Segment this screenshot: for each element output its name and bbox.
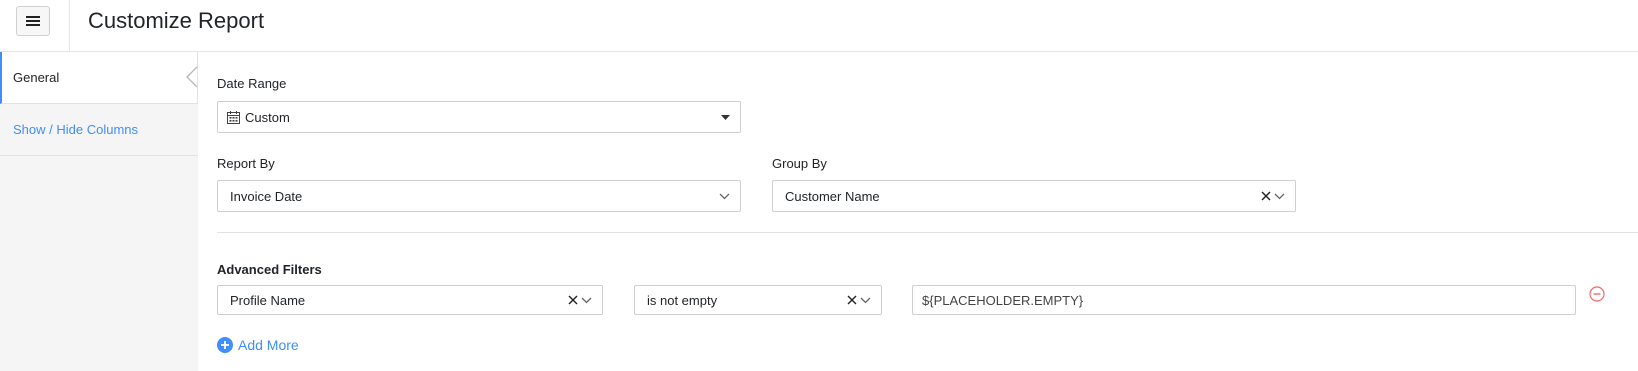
minus-circle-icon <box>1589 286 1605 302</box>
date-range-value: Custom <box>245 109 290 125</box>
page-title: Customize Report <box>88 8 265 33</box>
chevron-down-icon <box>581 286 592 314</box>
close-icon[interactable] <box>1261 181 1271 211</box>
page-header: Customize Report <box>0 0 1638 52</box>
report-by-value: Invoice Date <box>230 188 303 204</box>
group-by-value: Customer Name <box>785 188 880 204</box>
sidebar-item-show-hide-columns[interactable]: Show / Hide Columns <box>0 104 198 156</box>
add-more-label: Add More <box>238 337 299 353</box>
menu-cell <box>0 0 70 52</box>
chevron-down-icon <box>719 181 730 211</box>
sidebar-item-label: Show / Hide Columns <box>13 122 138 137</box>
report-by-select[interactable]: Invoice Date <box>217 180 741 212</box>
menu-button[interactable] <box>16 6 50 36</box>
filter-comparator-select[interactable]: is not empty <box>634 285 882 315</box>
hamburger-icon <box>26 16 40 26</box>
remove-filter-button[interactable] <box>1589 286 1605 305</box>
chevron-down-icon <box>860 286 871 314</box>
add-more-button[interactable]: Add More <box>217 337 299 353</box>
caret-down-icon <box>721 102 730 132</box>
report-by-label: Report By <box>217 156 275 171</box>
calendar-icon <box>227 110 240 124</box>
sidebar-item-label: General <box>13 70 60 85</box>
close-icon[interactable] <box>568 286 578 314</box>
chevron-left-icon <box>186 66 198 88</box>
sidebar: General Show / Hide Columns <box>0 52 198 371</box>
filter-comparator-value: is not empty <box>647 292 718 308</box>
filter-field-value: Profile Name <box>230 292 306 308</box>
group-by-select[interactable]: Customer Name <box>772 180 1296 212</box>
close-icon[interactable] <box>847 286 857 314</box>
date-range-select[interactable]: Custom <box>217 101 741 133</box>
advanced-filters-label: Advanced Filters <box>217 262 322 277</box>
date-range-label: Date Range <box>217 76 287 91</box>
chevron-down-icon <box>1274 181 1285 211</box>
group-by-label: Group By <box>772 156 827 171</box>
plus-circle-icon <box>217 337 233 353</box>
filter-value-text: ${PLACEHOLDER.EMPTY} <box>922 292 1084 308</box>
sidebar-item-general[interactable]: General <box>0 52 198 104</box>
collapse-sidebar-button[interactable] <box>186 66 198 91</box>
filter-value-input[interactable]: ${PLACEHOLDER.EMPTY} <box>912 285 1576 315</box>
section-divider <box>217 232 1638 233</box>
filter-field-select[interactable]: Profile Name <box>217 285 603 315</box>
